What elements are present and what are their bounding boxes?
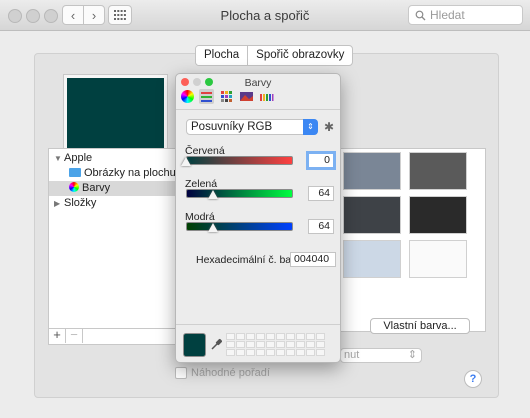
custom-color-button[interactable]: Vlastní barva... — [370, 318, 470, 334]
saved-color-slot[interactable] — [286, 341, 295, 348]
red-value-input[interactable]: 0 — [308, 153, 334, 168]
saved-color-slot[interactable] — [236, 349, 245, 356]
saved-color-slot[interactable] — [306, 333, 315, 340]
sidebar-item-obrazky[interactable]: Obrázky na plochu — [49, 166, 192, 181]
saved-color-slot[interactable] — [256, 349, 265, 356]
saved-color-slot[interactable] — [276, 349, 285, 356]
colors-panel-title: Barvy — [244, 77, 272, 89]
saved-color-slot[interactable] — [266, 341, 275, 348]
sidebar-item-label: Obrázky na plochu — [84, 167, 176, 179]
red-slider[interactable] — [186, 156, 293, 165]
source-list: ▼ Apple Obrázky na plochu Barvy ▶ Složky — [48, 148, 193, 345]
add-button[interactable]: + — [49, 328, 66, 343]
saved-color-slot[interactable] — [236, 341, 245, 348]
saved-color-slot[interactable] — [316, 349, 325, 356]
saved-color-slot[interactable] — [306, 349, 315, 356]
saved-color-slot[interactable] — [266, 349, 275, 356]
saved-color-slot[interactable] — [306, 341, 315, 348]
green-slider-thumb[interactable] — [208, 190, 218, 199]
saved-color-slot[interactable] — [246, 341, 255, 348]
tree-group-slozky[interactable]: ▶ Složky — [49, 196, 192, 211]
search-placeholder: Hledat — [430, 8, 465, 22]
tab-sporic-obrazovky[interactable]: Spořič obrazovky — [248, 46, 352, 65]
group-label: Apple — [64, 152, 93, 164]
tab-control: Plocha Spořič obrazovky — [195, 45, 354, 66]
random-order-checkbox[interactable] — [175, 367, 187, 379]
popup-arrows-icon: ⇕ — [407, 349, 417, 361]
color-wheel-icon — [69, 182, 79, 192]
saved-color-slot[interactable] — [286, 349, 295, 356]
color-swatch[interactable] — [409, 152, 467, 190]
saved-color-slot[interactable] — [296, 341, 305, 348]
color-mode-toolbar — [181, 89, 291, 107]
eyedropper-icon[interactable] — [211, 338, 223, 353]
saved-color-slot[interactable] — [236, 333, 245, 340]
saved-color-slot[interactable] — [286, 333, 295, 340]
hex-label: Hexadecimální č. barvy — [196, 254, 306, 266]
folder-icon — [69, 168, 81, 177]
hex-value-input[interactable]: 004040 — [290, 252, 336, 267]
search-icon — [415, 10, 426, 20]
colors-panel: Barvy Posuvníky RGB ⇕ ✱ Červená 0 Zelená… — [175, 73, 341, 363]
red-slider-thumb[interactable] — [181, 157, 191, 166]
help-button[interactable]: ? — [464, 370, 482, 388]
saved-color-slot[interactable] — [246, 333, 255, 340]
sidebar-item-label: Barvy — [82, 182, 111, 194]
blue-value-input[interactable]: 64 — [308, 219, 334, 234]
disclosure-open-icon: ▼ — [54, 154, 62, 163]
crayons-icon[interactable] — [259, 89, 274, 104]
green-slider[interactable] — [186, 189, 293, 198]
color-swatch[interactable] — [409, 196, 467, 234]
saved-color-slot[interactable] — [316, 341, 325, 348]
random-order-label: Náhodné pořadí — [191, 367, 270, 379]
random-order-option[interactable]: Náhodné pořadí — [175, 367, 270, 379]
search-field[interactable]: Hledat — [408, 5, 523, 25]
saved-color-slot[interactable] — [276, 341, 285, 348]
disclosure-closed-icon: ▶ — [54, 199, 61, 208]
saved-color-slot[interactable] — [256, 341, 265, 348]
tab-plocha[interactable]: Plocha — [196, 46, 248, 65]
blue-slider[interactable] — [186, 222, 293, 231]
desktop-preview — [64, 75, 167, 153]
select-arrows-icon: ⇕ — [303, 119, 318, 135]
tree-group-apple[interactable]: ▼ Apple — [49, 151, 192, 166]
saved-color-slot[interactable] — [316, 333, 325, 340]
color-swatch[interactable] — [409, 240, 467, 278]
saved-color-slot[interactable] — [226, 341, 235, 348]
saved-color-slot[interactable] — [256, 333, 265, 340]
saved-color-slot[interactable] — [226, 349, 235, 356]
image-palettes-icon[interactable] — [239, 89, 254, 104]
saved-color-slot[interactable] — [246, 349, 255, 356]
sidebar-item-barvy[interactable]: Barvy — [49, 181, 192, 196]
saved-color-slot[interactable] — [226, 333, 235, 340]
color-swatch[interactable] — [343, 196, 401, 234]
group-label: Složky — [64, 197, 97, 209]
current-color-well[interactable] — [183, 333, 206, 357]
gear-icon[interactable]: ✱ — [324, 120, 334, 134]
color-wheel-icon[interactable] — [181, 90, 194, 103]
popup-value: nut — [344, 349, 360, 361]
slider-mode-select[interactable]: Posuvníky RGB — [186, 119, 318, 135]
green-value-input[interactable]: 64 — [308, 186, 334, 201]
color-palettes-icon[interactable] — [219, 89, 234, 104]
blue-slider-thumb[interactable] — [208, 223, 218, 232]
color-sliders-icon[interactable] — [199, 89, 214, 104]
saved-color-slot[interactable] — [276, 333, 285, 340]
saved-color-slot[interactable] — [296, 333, 305, 340]
toolbar-divider — [176, 109, 340, 110]
saved-color-slot[interactable] — [266, 333, 275, 340]
saved-colors-grid — [226, 333, 328, 357]
remove-button[interactable]: − — [66, 328, 83, 343]
color-swatch[interactable] — [343, 152, 401, 190]
color-swatch[interactable] — [343, 240, 401, 278]
saved-color-slot[interactable] — [296, 349, 305, 356]
change-picture-popup[interactable]: nut ⇕ — [340, 348, 422, 363]
